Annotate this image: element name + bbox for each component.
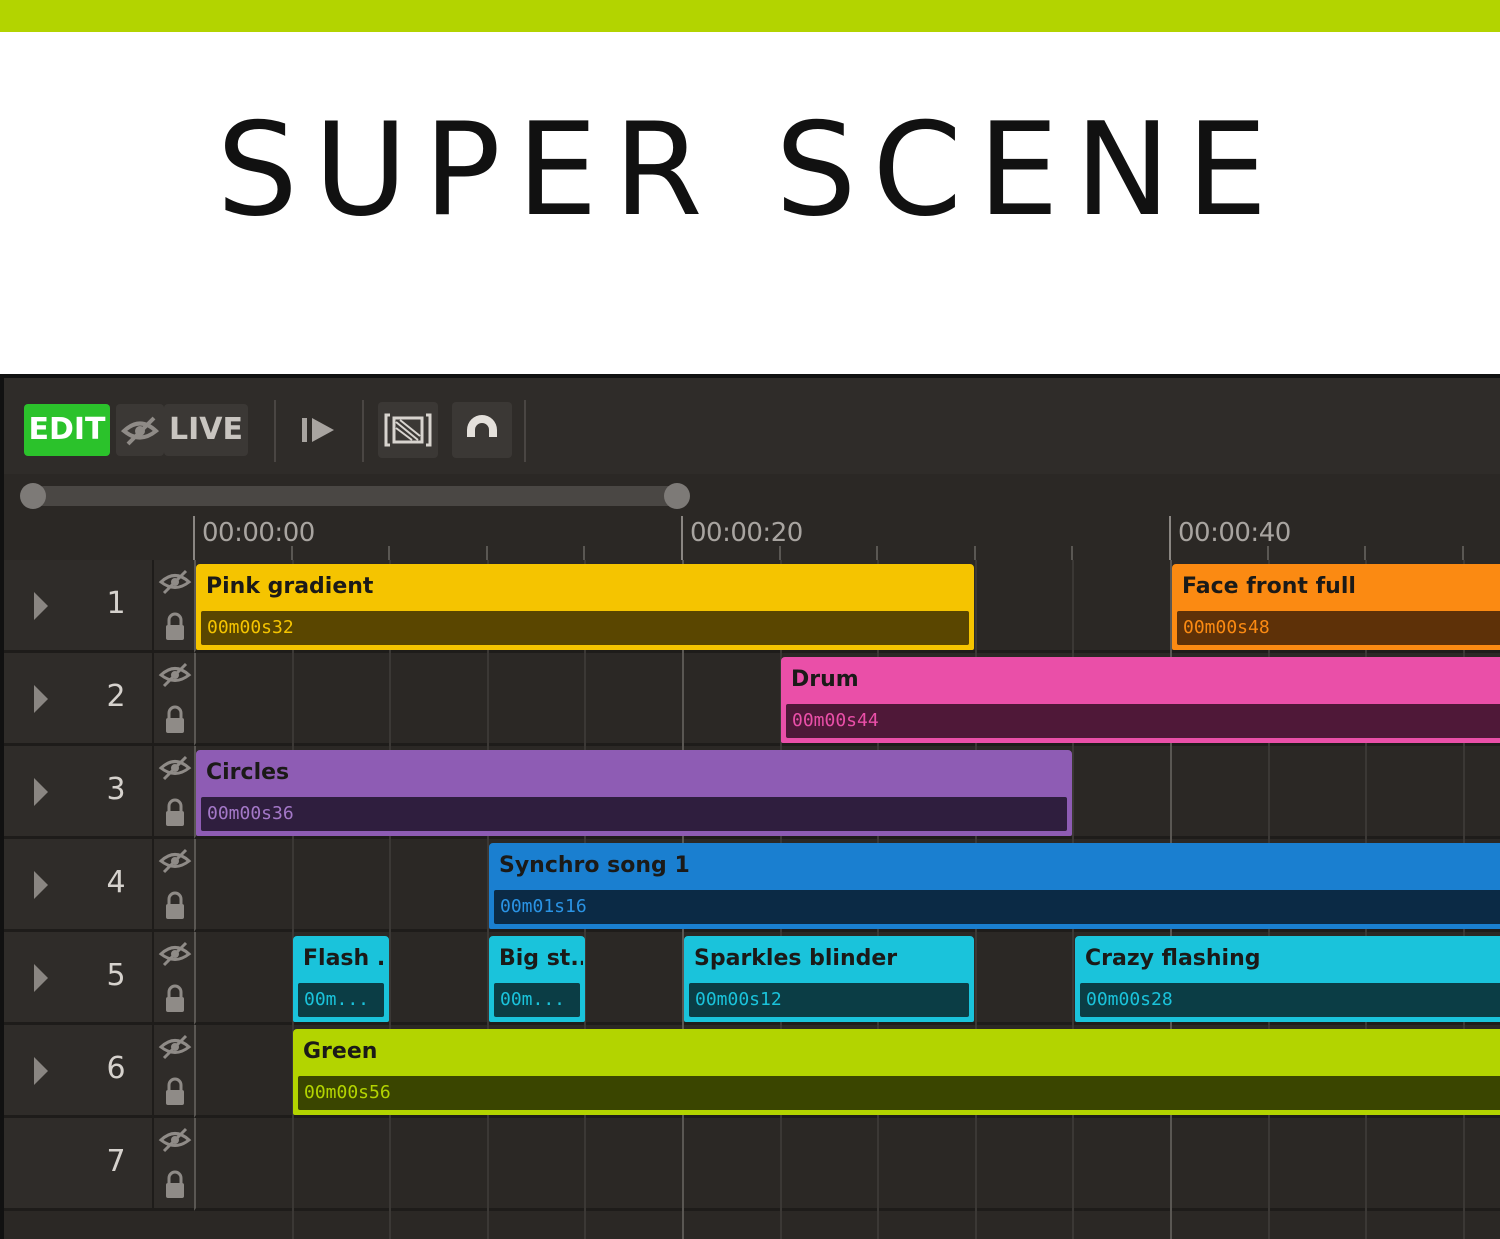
visibility-icon[interactable] (158, 752, 192, 782)
visibility-icon[interactable] (158, 659, 192, 689)
time-ruler[interactable]: 00:00:00 00:00:20 00:00:40 (4, 516, 1500, 560)
scroll-handle-end[interactable] (664, 483, 690, 509)
clip-duration: 00m... (494, 983, 580, 1017)
visibility-icon[interactable] (158, 566, 192, 596)
toolbar-divider (524, 400, 526, 462)
track-number: 1 (106, 586, 126, 621)
track-header: 6 (4, 1025, 152, 1118)
clip-name: Circles (206, 760, 290, 785)
lock-icon[interactable] (162, 703, 188, 737)
play-step-icon[interactable] (288, 402, 348, 458)
expand-arrow-icon[interactable] (34, 871, 48, 899)
clip[interactable]: Green 00m00s56 (293, 1029, 1500, 1115)
clip-name: Green (303, 1039, 378, 1064)
track-controls (152, 932, 194, 1025)
live-mode-button[interactable]: LIVE (164, 404, 248, 456)
track-controls (152, 653, 194, 746)
lock-icon[interactable] (162, 1075, 188, 1109)
ruler-label: 00:00:20 (690, 518, 803, 548)
expand-arrow-icon[interactable] (34, 964, 48, 992)
ruler-label: 00:00:40 (1178, 518, 1291, 548)
track-number: 6 (106, 1051, 126, 1086)
track-number: 7 (106, 1144, 126, 1179)
visibility-icon[interactable] (158, 938, 192, 968)
track-controls (152, 746, 194, 839)
clip[interactable]: Drum 00m00s44 (781, 657, 1500, 743)
fit-frame-icon[interactable] (378, 402, 438, 458)
track-row-7: 7 (4, 1118, 1500, 1211)
expand-arrow-icon[interactable] (34, 778, 48, 806)
track-header: 4 (4, 839, 152, 932)
toolbar-divider (362, 400, 364, 462)
clip-duration: 00m00s44 (786, 704, 1500, 738)
clip-name: Pink gradient (206, 574, 374, 599)
hide-eye-icon[interactable] (116, 404, 164, 456)
clip-name: Crazy flashing (1085, 946, 1261, 971)
scroll-track[interactable] (34, 486, 678, 506)
zoom-scroll-bar[interactable] (4, 474, 1500, 516)
clip-name: Flash ... (303, 946, 387, 971)
toolbar-divider (274, 400, 276, 462)
toolbar: EDIT LIVE (4, 378, 1500, 474)
clip[interactable]: Circles 00m00s36 (196, 750, 1072, 836)
clip-duration: 00m... (298, 983, 384, 1017)
clip-name: Drum (791, 667, 859, 692)
lock-icon[interactable] (162, 796, 188, 830)
clip-duration: 00m00s56 (298, 1076, 1500, 1110)
clip[interactable]: Sparkles blinder 00m00s12 (684, 936, 974, 1022)
clip-duration: 00m00s48 (1177, 611, 1500, 645)
grid-line (389, 560, 391, 1239)
clip[interactable]: Synchro song 1 00m01s16 (489, 843, 1500, 929)
track-header: 1 (4, 560, 152, 653)
lock-icon[interactable] (162, 610, 188, 644)
expand-arrow-icon[interactable] (34, 592, 48, 620)
clip[interactable]: Flash ... 00m... (293, 936, 389, 1022)
track-header: 3 (4, 746, 152, 839)
clip[interactable]: Crazy flashing 00m00s28 (1075, 936, 1500, 1022)
track-header: 5 (4, 932, 152, 1025)
clip-duration: 00m00s36 (201, 797, 1067, 831)
track-header: 7 (4, 1118, 152, 1211)
accent-top-bar (0, 0, 1500, 32)
track-header: 2 (4, 653, 152, 746)
lock-icon[interactable] (162, 889, 188, 923)
lock-icon[interactable] (162, 982, 188, 1016)
ruler-label: 00:00:00 (202, 518, 315, 548)
track-controls (152, 1025, 194, 1118)
clip-duration: 00m01s16 (494, 890, 1500, 924)
page-title: SUPER SCENE (216, 96, 1284, 245)
clip-name: Big st... (499, 946, 583, 971)
clip-name: Sparkles blinder (694, 946, 898, 971)
track-controls (152, 560, 194, 653)
scroll-handle-start[interactable] (20, 483, 46, 509)
visibility-icon[interactable] (158, 1124, 192, 1154)
clip-duration: 00m00s32 (201, 611, 969, 645)
visibility-icon[interactable] (158, 1031, 192, 1061)
clip[interactable]: Face front full 00m00s48 (1172, 564, 1500, 650)
expand-arrow-icon[interactable] (34, 685, 48, 713)
clip-duration: 00m00s28 (1080, 983, 1500, 1017)
clip[interactable]: Pink gradient 00m00s32 (196, 564, 974, 650)
track-number: 4 (106, 865, 126, 900)
track-number: 2 (106, 679, 126, 714)
expand-arrow-icon[interactable] (34, 1057, 48, 1085)
track-controls (152, 839, 194, 932)
lock-icon[interactable] (162, 1168, 188, 1202)
clip-name: Synchro song 1 (499, 853, 690, 878)
visibility-icon[interactable] (158, 845, 192, 875)
clip-name: Face front full (1182, 574, 1356, 599)
track-number: 3 (106, 772, 126, 807)
track-grid: 1 2 3 4 5 6 7 Pink gradient 00m00s32 Fac… (4, 560, 1500, 1239)
magnet-icon[interactable] (452, 402, 512, 458)
track-controls (152, 1118, 194, 1211)
grid-line (292, 560, 294, 1239)
edit-mode-button[interactable]: EDIT (24, 404, 110, 456)
clip-duration: 00m00s12 (689, 983, 969, 1017)
clip[interactable]: Big st... 00m... (489, 936, 585, 1022)
track-number: 5 (106, 958, 126, 993)
sequencer-app: EDIT LIVE 00:00:00 00:00:20 00:00:40 1 2… (0, 374, 1500, 1239)
